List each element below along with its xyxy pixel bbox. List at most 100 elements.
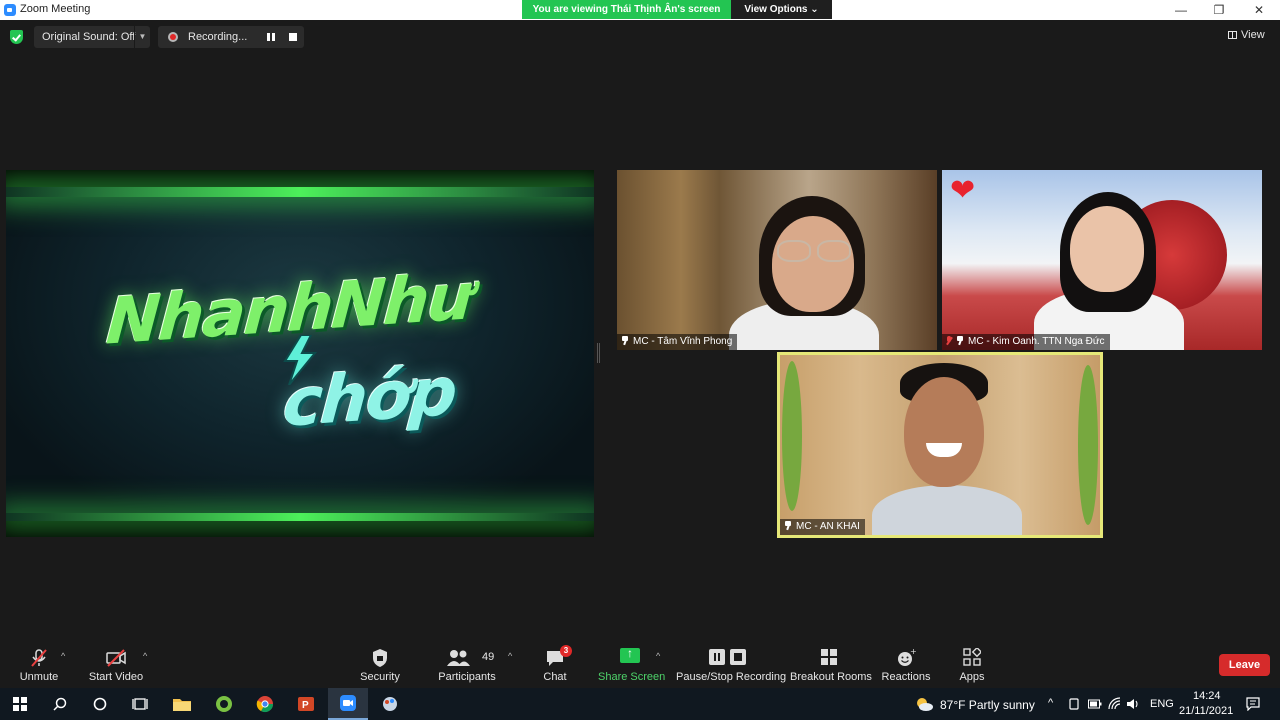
task-view-icon <box>132 698 148 710</box>
breakout-rooms-button[interactable]: Breakout Rooms <box>790 638 872 688</box>
notification-center-icon[interactable] <box>1246 697 1260 711</box>
participant-video-tile[interactable]: ❤ MC - Kim Oanh. TTN Nga Đức <box>942 170 1262 350</box>
vine-decoration <box>782 361 802 511</box>
breakout-rooms-icon <box>821 649 837 665</box>
shared-screen[interactable]: NhanhNhư chớp <box>6 170 594 537</box>
shared-screen-content: NhanhNhư chớp <box>6 187 594 521</box>
zoom-app-icon <box>4 4 16 16</box>
stop-recording-icon[interactable] <box>289 33 297 41</box>
participants-button[interactable]: Participants <box>437 638 497 688</box>
participant-name-tag: MC - Tâm Vĩnh Phong <box>617 334 738 350</box>
taskbar-search-button[interactable] <box>40 688 80 720</box>
start-video-label: Start Video <box>88 671 144 683</box>
breakout-rooms-label: Breakout Rooms <box>790 671 872 683</box>
participants-label: Participants <box>438 671 496 683</box>
panel-resize-handle[interactable] <box>597 343 600 363</box>
pin-icon <box>956 336 964 345</box>
pause-recording-icon[interactable] <box>267 33 275 41</box>
microphone-muted-icon <box>946 336 953 345</box>
security-shield-icon[interactable] <box>10 30 23 44</box>
title-bar: Zoom Meeting You are viewing Thái Thịnh … <box>0 0 1280 20</box>
clock-date[interactable]: 21/11/2021 <box>1179 705 1233 717</box>
cortana-button[interactable] <box>80 688 120 720</box>
zoom-taskbar-button[interactable] <box>328 688 368 720</box>
maximize-button[interactable]: ❐ <box>1200 0 1238 20</box>
battery-icon[interactable] <box>1088 699 1102 709</box>
share-options-chevron-icon[interactable]: ^ <box>656 652 664 661</box>
close-button[interactable]: ✕ <box>1240 0 1278 20</box>
windows-start-button[interactable] <box>0 688 40 720</box>
record-icon <box>168 32 178 42</box>
viewing-screen-banner: You are viewing Thái Thịnh Ân's screen <box>522 0 731 19</box>
pin-icon <box>621 336 629 345</box>
meeting-toolbar: Unmute ^ Start Video ^ Security Particip… <box>0 638 1280 688</box>
apps-button[interactable]: Apps <box>952 638 992 688</box>
chat-label: Chat <box>543 671 567 683</box>
unmute-button[interactable]: Unmute <box>14 638 64 688</box>
heart-reaction-icon: ❤ <box>950 174 976 207</box>
paint-app-icon <box>383 697 397 711</box>
search-icon <box>53 697 67 711</box>
chat-unread-badge: 3 <box>560 645 572 657</box>
share-screen-icon <box>620 646 640 663</box>
view-options-button[interactable]: View Options ⌄ <box>731 0 832 19</box>
security-button[interactable]: Security <box>355 638 405 688</box>
share-screen-button[interactable]: Share Screen <box>598 638 665 688</box>
cortana-circle-icon <box>93 697 107 711</box>
show-logo-line-2: chớp <box>280 353 459 442</box>
active-speaker-video-tile[interactable]: MC - AN KHAI <box>777 352 1103 538</box>
pause-stop-recording-icon <box>709 649 746 665</box>
speaker-volume-icon[interactable] <box>1126 697 1140 711</box>
participants-chevron-icon[interactable]: ^ <box>508 652 516 661</box>
shield-icon <box>373 649 387 667</box>
apps-icon <box>963 648 981 666</box>
start-video-button[interactable]: Start Video <box>86 638 146 688</box>
app-taskbar-button[interactable] <box>204 688 244 720</box>
chevron-down-icon[interactable]: ▼ <box>134 26 150 48</box>
svg-text:+: + <box>910 648 916 656</box>
task-view-button[interactable] <box>120 688 160 720</box>
svg-text:P: P <box>302 700 309 711</box>
audio-options-chevron-icon[interactable]: ^ <box>61 652 69 661</box>
participant-name-tag: MC - AN KHAI <box>780 519 865 535</box>
powerpoint-taskbar-button[interactable]: P <box>286 688 326 720</box>
view-layout-button[interactable]: View <box>1228 27 1272 43</box>
input-language-indicator[interactable]: ENG <box>1150 698 1174 710</box>
powerpoint-icon: P <box>298 697 314 711</box>
reactions-button[interactable]: + Reactions <box>880 638 932 688</box>
partly-sunny-weather-icon <box>917 698 933 711</box>
show-hidden-icons-chevron-icon[interactable]: ^ <box>1048 697 1053 709</box>
leave-meeting-button[interactable]: Leave <box>1219 654 1270 676</box>
participant-video-tile[interactable]: MC - Tâm Vĩnh Phong <box>617 170 937 350</box>
glow-bar-bottom <box>6 513 594 521</box>
clock-time[interactable]: 14:24 <box>1193 690 1221 702</box>
original-sound-label: Original Sound: Off <box>42 31 136 43</box>
participant-name: MC - Kim Oanh. TTN Nga Đức <box>968 336 1105 347</box>
video-off-icon <box>106 649 126 667</box>
grid-view-icon <box>1228 31 1237 39</box>
pin-icon <box>784 521 792 530</box>
windows-logo-icon <box>13 697 27 711</box>
video-options-chevron-icon[interactable]: ^ <box>143 652 151 661</box>
pause-stop-recording-button[interactable]: Pause/Stop Recording <box>676 638 787 688</box>
pause-stop-recording-label: Pause/Stop Recording <box>676 671 787 683</box>
reactions-label: Reactions <box>881 671 931 683</box>
windows-taskbar: P 87°F Partly sunny ^ ENG 14:24 21/11/20… <box>0 688 1280 720</box>
chrome-taskbar-button[interactable] <box>245 688 285 720</box>
green-app-icon <box>216 696 232 712</box>
microphone-muted-icon <box>31 649 47 667</box>
file-explorer-taskbar-button[interactable] <box>162 688 202 720</box>
wifi-icon[interactable] <box>1108 697 1122 711</box>
participant-name-tag: MC - Kim Oanh. TTN Nga Đức <box>942 334 1110 350</box>
recording-indicator: Recording... <box>158 26 304 48</box>
participant-name: MC - Tâm Vĩnh Phong <box>633 336 733 347</box>
minimize-button[interactable]: — <box>1162 0 1200 20</box>
participant-name: MC - AN KHAI <box>796 521 860 532</box>
device-icon[interactable] <box>1068 698 1080 710</box>
reactions-emoji-icon: + <box>898 648 916 666</box>
original-sound-button[interactable]: Original Sound: Off ▼ <box>34 26 150 48</box>
participants-icon <box>447 650 470 666</box>
weather-widget[interactable]: 87°F Partly sunny <box>940 698 1035 712</box>
app-taskbar-button[interactable] <box>370 688 410 720</box>
glow-bar-top <box>6 187 594 197</box>
